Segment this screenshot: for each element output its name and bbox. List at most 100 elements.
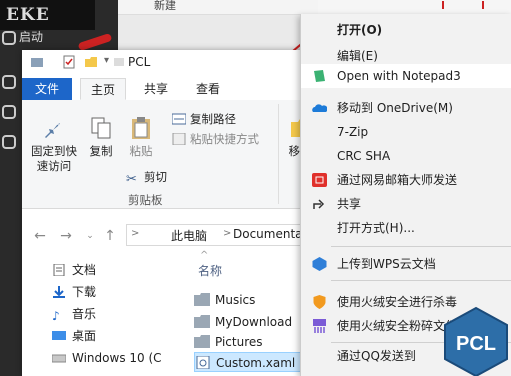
- file-item-mydownload[interactable]: MyDownload: [194, 312, 292, 332]
- breadcrumb-this-pc[interactable]: 此电脑: [171, 227, 207, 244]
- paste-icon: [132, 117, 150, 139]
- copy-path-button[interactable]: 复制路径: [172, 110, 236, 128]
- navigation-pane: 文档 下载 ♪ 音乐 桌面 Windows 10 (C: [22, 256, 162, 376]
- share-icon: [313, 199, 325, 209]
- documents-icon: [53, 264, 65, 276]
- copy-path-label: 复制路径: [190, 112, 236, 126]
- music-icon: ♪: [52, 309, 60, 323]
- nav-label: Windows 10 (C: [72, 351, 162, 365]
- cut-button[interactable]: ✂ 剪切: [126, 168, 167, 187]
- folder-icon: [114, 58, 124, 66]
- copy-label: 复制: [89, 144, 113, 158]
- menu-label: 打开(O): [337, 23, 383, 37]
- launcher-start-item[interactable]: 启动: [0, 26, 62, 48]
- tab-home[interactable]: 主页: [80, 78, 126, 100]
- folder-icon: [194, 315, 210, 328]
- download-icon: [2, 105, 16, 119]
- back-arrow-icon[interactable]: ←: [32, 228, 48, 244]
- nav-item-music[interactable]: ♪ 音乐: [52, 304, 96, 324]
- launcher-start-label: 启动: [19, 30, 44, 44]
- paste-shortcut-icon: [172, 133, 186, 145]
- pin-label-1: 固定到快: [31, 144, 77, 158]
- nav-item-c-drive[interactable]: Windows 10 (C: [52, 348, 162, 368]
- menu-item-open-with-notepad3[interactable]: Open with Notepad3: [301, 64, 511, 88]
- pin-quick-access-button[interactable]: 固定到快 速访问: [26, 116, 82, 174]
- copy-button[interactable]: 复制: [84, 116, 118, 159]
- window-title: PCL: [128, 55, 151, 69]
- copy-path-icon: [172, 113, 186, 125]
- launch-icon: [2, 31, 16, 45]
- download-icon: [53, 286, 65, 298]
- copy-icon: [91, 117, 111, 139]
- paste-button[interactable]: 粘贴: [124, 116, 158, 159]
- menu-item-netease-mail[interactable]: 通过网易邮箱大师发送: [301, 168, 511, 192]
- file-item-pictures[interactable]: Pictures: [194, 332, 263, 352]
- xaml-file-icon: [196, 356, 210, 369]
- menu-item-open-with[interactable]: 打开方式(H)...: [301, 216, 511, 240]
- column-header-name[interactable]: 名称: [198, 262, 222, 279]
- file-name: MyDownload: [215, 315, 293, 329]
- menu-item-open[interactable]: 打开(O): [301, 18, 511, 42]
- tab-share[interactable]: 共享: [134, 78, 178, 100]
- title-bar: ▾ PCL: [22, 50, 322, 76]
- scissors-icon: ✂: [126, 172, 137, 187]
- folder-icon: [194, 293, 210, 306]
- file-explorer-window: ▾ PCL 文件 主页 共享 查看 固定到快 速访问 复制 粘贴 复制路径 粘贴…: [22, 50, 326, 376]
- tab-view[interactable]: 查看: [186, 78, 230, 100]
- pcl-logo-badge: PCL: [444, 306, 508, 376]
- menu-item-upload-wps[interactable]: 上传到WPS云文档: [301, 252, 511, 276]
- file-name: Musics: [215, 293, 256, 307]
- menu-label: 移动到 OneDrive(M): [337, 101, 453, 115]
- pcl-badge-text: PCL: [456, 333, 496, 355]
- recent-dropdown-icon[interactable]: ⌄: [82, 228, 98, 244]
- menu-label: 使用火绒安全进行杀毒: [337, 295, 458, 309]
- cut-label: 剪切: [144, 170, 167, 184]
- nav-label: 音乐: [72, 307, 97, 321]
- nav-label: 文档: [72, 263, 97, 277]
- pin-icon: [45, 118, 60, 138]
- menu-label: 使用火绒安全粉碎文件: [337, 319, 458, 333]
- pin-icon: [442, 1, 444, 9]
- ribbon-tabs: 文件 主页 共享 查看: [22, 78, 322, 101]
- address-bar-row: ← → ⌄ ↑ > 此电脑 > Documentat: [22, 222, 326, 250]
- nav-label: 下载: [72, 285, 97, 299]
- file-item-musics[interactable]: Musics: [194, 290, 255, 310]
- paste-shortcut-button[interactable]: 粘贴快捷方式: [172, 130, 259, 148]
- menu-label: 打开方式(H)...: [337, 221, 415, 235]
- breadcrumb-separator: >: [223, 228, 232, 239]
- menu-item-crc-sha[interactable]: CRC SHA: [301, 144, 511, 168]
- nav-item-documents[interactable]: 文档: [52, 260, 96, 280]
- menu-label: 7-Zip: [337, 125, 369, 139]
- menu-label: 上传到WPS云文档: [337, 257, 436, 271]
- properties-icon[interactable]: [62, 55, 76, 69]
- background-toolbar: 新建: [118, 0, 318, 15]
- nav-item-downloads[interactable]: 下载: [52, 282, 96, 302]
- forward-arrow-icon[interactable]: →: [58, 228, 74, 244]
- menu-label: 通过QQ发送到: [337, 349, 416, 363]
- menu-item-share[interactable]: 共享: [301, 192, 511, 216]
- gear-icon: [2, 75, 16, 89]
- settings-icon: [2, 135, 16, 149]
- menu-separator: [331, 246, 511, 247]
- tab-file[interactable]: 文件: [22, 78, 72, 100]
- new-folder-icon[interactable]: [84, 55, 98, 69]
- menu-label: CRC SHA: [337, 149, 391, 163]
- ribbon-home: 固定到快 速访问 复制 粘贴 复制路径 粘贴快捷方式 ✂剪切 剪贴板 移动: [22, 100, 322, 209]
- file-name: Custom.xaml: [216, 356, 296, 370]
- pin-label-2: 速访问: [36, 159, 72, 173]
- quick-access-dropdown-icon[interactable]: ▾: [104, 55, 109, 66]
- file-name: Pictures: [215, 335, 263, 349]
- breadcrumb-separator: >: [131, 228, 140, 239]
- group-divider: [278, 104, 279, 204]
- up-arrow-icon[interactable]: ↑: [102, 228, 118, 244]
- address-bar[interactable]: > 此电脑 > Documentat: [126, 224, 326, 246]
- menu-item-7zip[interactable]: 7-Zip: [301, 120, 511, 144]
- menu-item-move-to-onedrive[interactable]: 移动到 OneDrive(M): [301, 96, 511, 120]
- menu-label: 共享: [337, 197, 362, 211]
- nav-item-desktop[interactable]: 桌面: [52, 326, 96, 346]
- sort-chevron-icon: ^: [200, 250, 209, 261]
- paste-label: 粘贴: [129, 144, 153, 158]
- clipboard-group-label: 剪贴板: [128, 193, 163, 207]
- notepad3-icon: [314, 70, 325, 82]
- breadcrumb-documentation[interactable]: Documentat: [233, 227, 307, 241]
